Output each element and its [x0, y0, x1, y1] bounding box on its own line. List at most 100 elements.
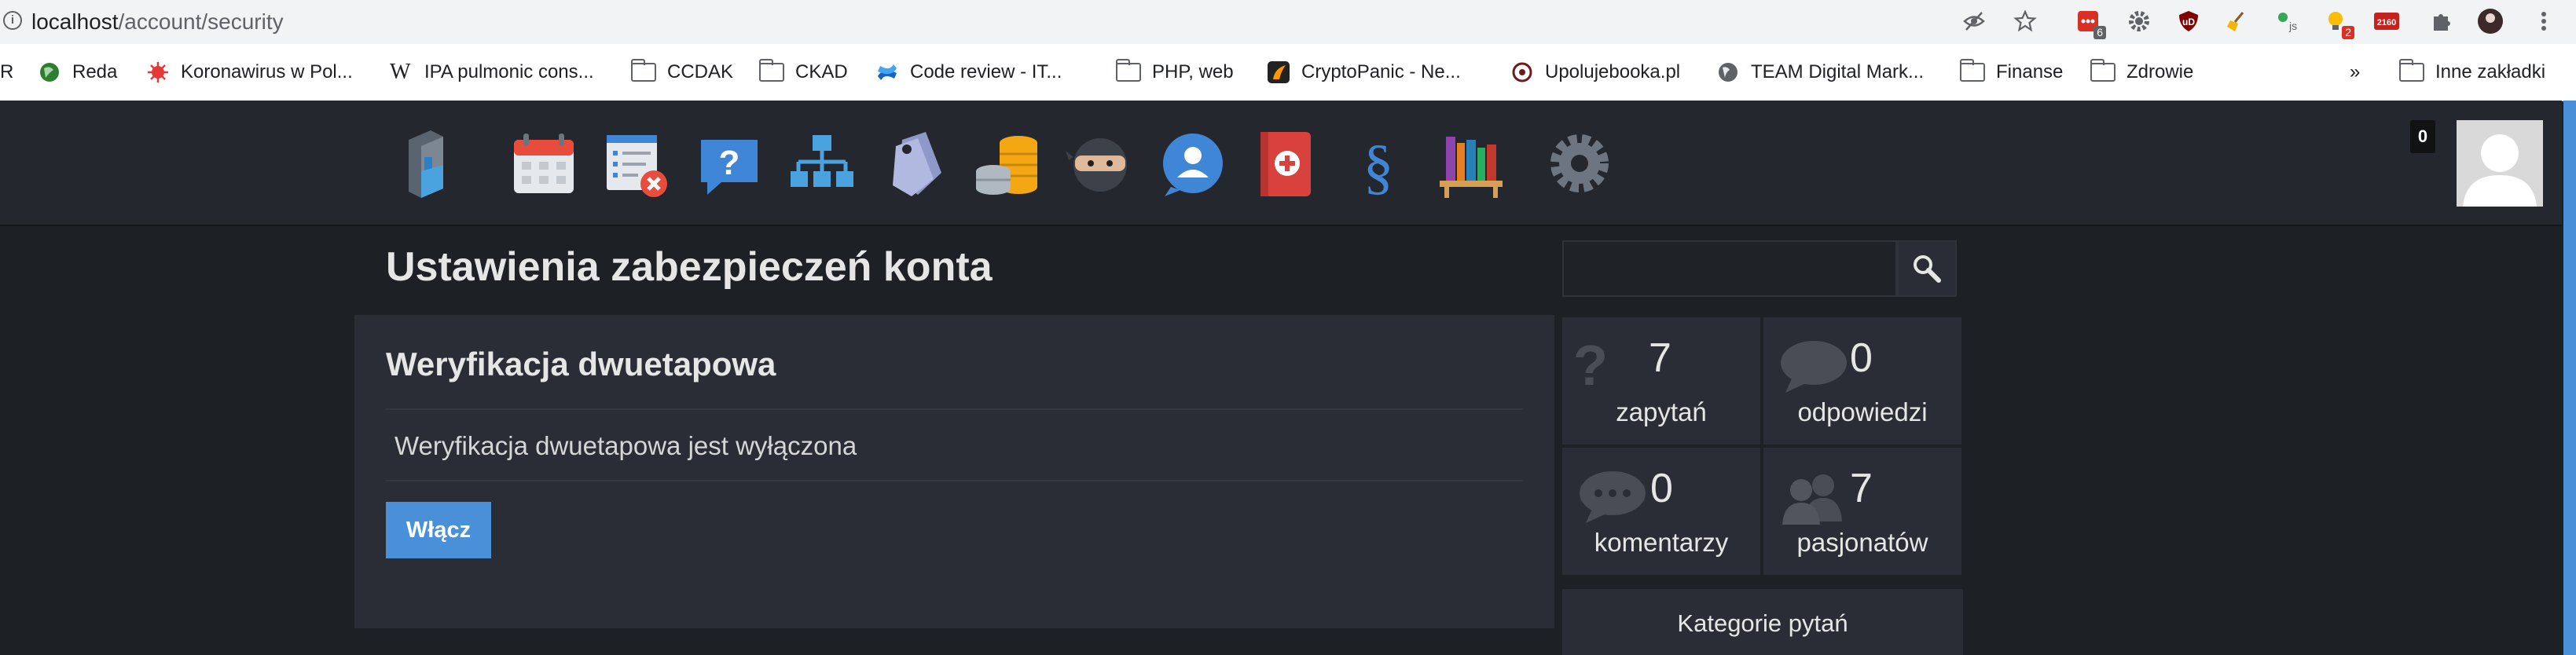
hide-eye-icon[interactable]	[1961, 8, 1987, 35]
globe-icon	[40, 63, 59, 82]
bookmark-item[interactable]: Zdrowie	[2090, 59, 2194, 85]
counter-extension-icon[interactable]: 2160	[2373, 8, 2400, 35]
chevron-double-right-icon: »	[2350, 61, 2361, 82]
profile-avatar-icon[interactable]	[2477, 8, 2504, 35]
url-field[interactable]: localhost/account/security	[31, 9, 284, 35]
bookmark-item[interactable]: Code review - IT...	[875, 60, 1062, 85]
page-title: Ustawienia zabezpieczeń konta	[386, 244, 993, 290]
speech-bubble-icon	[1781, 341, 1847, 393]
svg-text:?: ?	[1573, 339, 1608, 394]
virus-icon	[148, 62, 168, 82]
user-avatar[interactable]	[2457, 120, 2543, 207]
tags-icon[interactable]	[879, 126, 951, 201]
cryptopanic-icon	[1268, 61, 1290, 83]
bookmark-item[interactable]: CryptoPanic - Ne...	[1267, 60, 1461, 85]
bookmark-item[interactable]: TEAM Digital Mark...	[1716, 60, 1924, 85]
puzzle-icon[interactable]	[2428, 8, 2455, 35]
stat-questions[interactable]: ? 7 zapytań	[1562, 317, 1760, 445]
globe-icon	[1719, 63, 1738, 82]
avatar-silhouette-icon	[2463, 134, 2537, 207]
bookmark-item[interactable]: R	[0, 60, 13, 85]
browser-menu-icon[interactable]	[2530, 8, 2557, 35]
stat-answers[interactable]: 0 odpowiedzi	[1763, 317, 1961, 445]
broom-icon[interactable]	[2224, 8, 2251, 35]
svg-text:§: §	[1363, 132, 1394, 200]
ublock-icon[interactable]: uD	[2175, 8, 2202, 35]
questions-icon[interactable]: ?	[693, 126, 765, 201]
divider	[386, 408, 1524, 410]
bookmark-item[interactable]: CKAD	[758, 59, 848, 85]
bookmark-item[interactable]: W IPA pulmonic cons...	[390, 60, 594, 85]
bookmark-label: IPA pulmonic cons...	[424, 61, 594, 82]
calendar-icon[interactable]	[508, 126, 580, 201]
cancel-list-icon[interactable]	[600, 126, 673, 201]
extension-dots-icon[interactable]: 6	[2075, 8, 2106, 39]
folder-icon	[1959, 59, 1985, 82]
two-factor-status: Weryfikacja dwuetapowa jest wyłączona	[394, 431, 857, 460]
bookmark-star-icon[interactable]	[2012, 8, 2038, 35]
stat-comments[interactable]: 0 komentarzy	[1562, 448, 1760, 575]
medical-icon[interactable]	[1249, 126, 1322, 201]
logo-icon[interactable]	[393, 126, 465, 201]
search-button[interactable]	[1897, 240, 1957, 297]
ninja-icon[interactable]	[1064, 126, 1136, 201]
bookmark-item[interactable]: Reda	[38, 60, 117, 85]
search-icon	[1914, 255, 1941, 283]
library-icon[interactable]	[1435, 126, 1507, 201]
bookmark-label: Code review - IT...	[910, 61, 1062, 82]
bookmark-item[interactable]: PHP, web	[1115, 59, 1234, 85]
bookmark-item[interactable]: Upolujebooka.pl	[1510, 60, 1680, 85]
other-bookmarks[interactable]: Inne zakładki	[2398, 59, 2546, 85]
site-info-icon[interactable]: i	[3, 11, 22, 30]
users-icon	[1782, 474, 1842, 525]
question-icon: ?	[1573, 339, 1608, 394]
folder-icon	[630, 59, 656, 82]
stat-label: zapytań	[1616, 397, 1707, 426]
stat-label: pasjonatów	[1796, 528, 1928, 557]
svg-text:?: ?	[719, 144, 740, 182]
stat-label: odpowiedzi	[1797, 397, 1928, 426]
divider	[386, 480, 1524, 481]
user-chat-icon[interactable]	[1157, 126, 1229, 201]
categories-title: Kategorie pytań	[1677, 609, 1848, 637]
confluence-icon	[878, 64, 897, 80]
coins-icon[interactable]	[971, 126, 1044, 201]
folder-icon	[2090, 59, 2115, 82]
enable-two-factor-button[interactable]: Włącz	[386, 502, 491, 558]
extension-badge: 2	[2342, 26, 2354, 39]
bookmarks-overflow-button[interactable]: »	[2350, 60, 2360, 85]
notification-count[interactable]: 0	[2410, 120, 2435, 153]
categories-box: Kategorie pytań	[1562, 589, 1963, 655]
bookmark-label: PHP, web	[1152, 61, 1234, 82]
js-extension-icon[interactable]: js	[2273, 8, 2300, 35]
comments-icon	[1580, 471, 1646, 523]
search-input[interactable]	[1562, 240, 1897, 297]
stat-label: komentarzy	[1594, 528, 1729, 557]
bookmark-label: CKAD	[795, 61, 848, 82]
bookmark-label: Reda	[72, 61, 118, 82]
bookmark-item[interactable]: Koronawirus w Pol...	[146, 60, 353, 85]
bookmark-item[interactable]: CCDAK	[630, 59, 734, 85]
bookmark-label: Zdrowie	[2126, 61, 2194, 82]
scrollbar[interactable]	[2563, 101, 2576, 655]
law-icon[interactable]: §	[1342, 126, 1415, 201]
bookmark-label: Koronawirus w Pol...	[181, 61, 353, 82]
other-bookmarks-label: Inne zakładki	[2435, 61, 2546, 82]
settings-icon[interactable]	[1543, 126, 1616, 201]
url-host: localhost	[31, 9, 119, 34]
section-title: Weryfikacja dwuetapowa	[386, 346, 776, 382]
gear-extension-icon[interactable]	[2126, 8, 2152, 35]
extension-badge-text: 2160	[2377, 18, 2396, 27]
bookmark-item[interactable]: Finanse	[1959, 59, 2063, 85]
bookmark-label: TEAM Digital Mark...	[1751, 61, 1925, 82]
stat-value: 7	[1649, 335, 1671, 381]
stat-enthusiasts[interactable]: 7 pasjonatów	[1763, 448, 1961, 575]
folder-icon	[2398, 59, 2424, 82]
lightbulb-icon[interactable]: 2	[2323, 8, 2354, 39]
extension-badge: 6	[2093, 26, 2106, 39]
bookmark-label: CCDAK	[667, 61, 734, 82]
stat-value: 7	[1850, 466, 1873, 511]
svg-text:js: js	[2288, 20, 2297, 32]
bookmark-label: Upolujebooka.pl	[1545, 61, 1681, 82]
hierarchy-icon[interactable]	[786, 126, 858, 201]
